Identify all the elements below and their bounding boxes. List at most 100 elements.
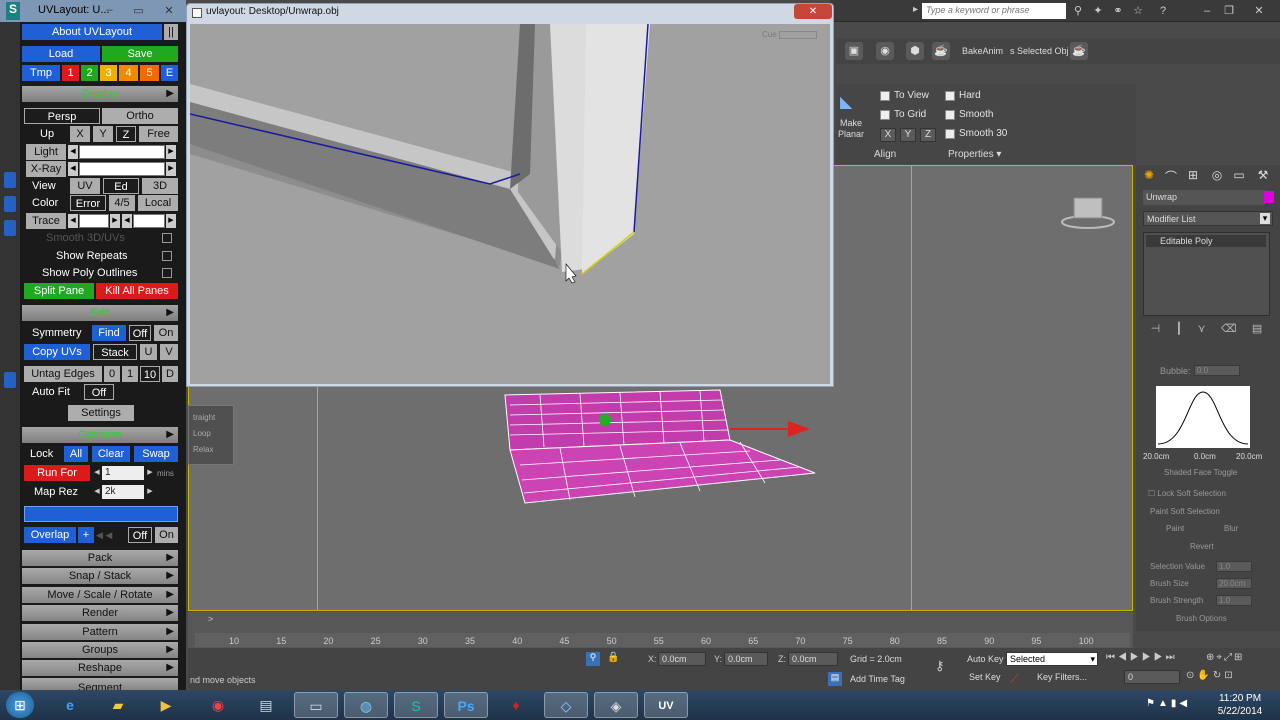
start-button-icon[interactable]: ⊞ [6,692,34,718]
copy-uvs-button[interactable]: Copy UVs [24,344,90,360]
auto-fit-off-button[interactable]: Off [84,384,114,400]
view-ed-button[interactable]: Ed [103,178,139,194]
xray-left-arrow-icon[interactable]: ◀ [68,162,78,176]
align-x-button[interactable]: X [880,128,896,142]
about-button[interactable]: About UVLayout [22,24,162,40]
connect-icon[interactable]: ⚭ [1111,4,1125,18]
untag-d-button[interactable]: D [162,366,178,382]
time-slider-arrow-icon[interactable]: > [208,614,213,624]
taskbar-clock[interactable]: 11:20 PM 5/22/2014 [1208,692,1272,718]
make-planar-icon[interactable]: ◣ [840,92,858,112]
tmp-slot-4[interactable]: 4 [119,65,138,81]
restore-icon[interactable]: ❐ [1222,4,1236,18]
trace-slider-1[interactable] [79,214,109,228]
find-button[interactable]: Find [92,325,126,341]
sidebar-chip-4[interactable] [4,372,16,388]
shaded-face-toggle-button[interactable]: Shaded Face Toggle [1164,468,1237,477]
menu-move-scale-rotate[interactable]: Move / Scale / Rotate ▶ [22,587,178,603]
brush-strength-field[interactable]: 1.0 [1216,595,1252,606]
bubble-field[interactable]: 0.0 [1194,365,1240,376]
split-pane-button[interactable]: Split Pane [24,283,94,299]
symmetry-on-button[interactable]: On [154,325,178,341]
run-for-left-arrow-icon[interactable]: ◀ [92,466,102,480]
tmp-slot-3[interactable]: 3 [100,65,117,81]
notepad-taskbar-icon[interactable]: ▤ [244,692,288,718]
symmetry-off-button[interactable]: Off [129,325,151,341]
align-z-button[interactable]: Z [920,128,936,142]
ortho-button[interactable]: Ortho [102,108,178,124]
minimize-icon[interactable]: – [1200,4,1214,18]
sidebar-chip-1[interactable] [4,172,16,188]
render-setup-icon[interactable]: ▣ [845,42,863,60]
menu-snap-stack[interactable]: Snap / Stack ▶ [22,568,178,584]
relax-button[interactable]: Relax [193,442,233,458]
menu-groups[interactable]: Groups ▶ [22,642,178,658]
uvlayout-taskbar-icon[interactable]: UV [644,692,688,718]
binoculars-icon[interactable]: ⚲ [1071,4,1085,18]
brush-options-button[interactable]: Brush Options [1176,614,1227,623]
save-button[interactable]: Save [102,46,178,62]
tmp-slot-5[interactable]: 5 [140,65,159,81]
selection-value-field[interactable]: 1.0 [1216,561,1252,572]
stack-button[interactable]: Stack [93,344,137,360]
overlap-button[interactable]: Overlap [24,527,76,543]
selected-obj-label[interactable]: s Selected Obj [1010,46,1069,56]
pause-button[interactable]: || [164,24,178,40]
color-45-button[interactable]: 4/5 [109,195,135,211]
search-arrow-icon[interactable]: ▸ [913,4,921,18]
smooth-uvs-checkbox[interactable] [162,233,172,243]
render-frame-icon[interactable]: ◉ [876,42,894,60]
up-y-button[interactable]: Y [93,126,113,142]
show-end-result-icon[interactable]: ┃ [1176,322,1183,338]
menu-pattern[interactable]: Pattern ▶ [22,624,178,640]
trace-mid-arrow-icon[interactable]: ▶ [110,214,120,228]
paint-button[interactable]: Paint [1166,524,1184,533]
stack-u-button[interactable]: U [140,344,157,360]
lock-all-button[interactable]: All [64,446,88,462]
current-frame-field[interactable]: 0 [1124,670,1180,684]
kill-panes-button[interactable]: Kill All Panes [96,283,178,299]
untag-10-button[interactable]: 10 [140,366,160,382]
revert-button[interactable]: Revert [1190,542,1214,551]
map-rez-right-arrow-icon[interactable]: ▶ [145,485,155,499]
run-for-right-arrow-icon[interactable]: ▶ [145,466,155,480]
hierarchy-tab-icon[interactable]: ⊞ [1184,168,1202,184]
display-section-header[interactable]: Display ▶ [22,86,178,102]
map-rez-left-arrow-icon[interactable]: ◀ [92,485,102,499]
brush-size-field[interactable]: 20.0cm [1216,578,1252,589]
object-name-field[interactable]: Unwrap [1143,190,1265,205]
system-tray-icons[interactable]: ⚑▲▮◀ [1146,698,1202,709]
set-key-icon[interactable]: ⟋ [1010,672,1018,687]
light-left-arrow-icon[interactable]: ◀ [68,145,78,159]
pin-stack-icon[interactable]: ⊣ [1151,322,1161,338]
light-slider[interactable] [79,145,165,159]
load-button[interactable]: Load [22,46,100,62]
menu-reshape[interactable]: Reshape ▶ [22,660,178,676]
modify-tab-icon[interactable]: ⌒ [1162,168,1180,184]
smooth30-button[interactable]: Smooth 30 [945,128,1007,139]
align-y-button[interactable]: Y [900,128,916,142]
window-taskbar-icon[interactable]: ▭ [294,692,338,718]
key-selection-dropdown[interactable]: Selected ▾ [1006,652,1098,666]
make-unique-icon[interactable]: ⋎ [1198,322,1206,338]
up-x-button[interactable]: X [70,126,90,142]
to-grid-button[interactable]: To Grid [880,109,926,120]
render-icon[interactable]: ⬢ [906,42,924,60]
menu-segment[interactable]: Segment [22,678,178,690]
app-taskbar-icon[interactable]: ◇ [544,692,588,718]
lock-soft-selection-checkbox[interactable]: ☐ Lock Soft Selection [1148,489,1226,498]
3dsmax-taskbar-icon[interactable]: S [394,692,438,718]
align-xyz[interactable]: X Y Z [880,128,936,142]
loop-button[interactable]: Loop [193,426,233,442]
map-rez-field[interactable]: 2k [102,485,144,499]
mudbox-taskbar-icon[interactable]: ♦ [494,692,538,718]
teapot-small-icon[interactable]: ☕ [1070,42,1088,60]
xray-right-arrow-icon[interactable]: ▶ [166,162,176,176]
trace-left-arrow-icon[interactable]: ◀ [68,214,78,228]
wireframe-mesh[interactable] [500,385,830,515]
settings-button[interactable]: Settings [68,405,134,421]
tool-taskbar-icon[interactable]: ◈ [594,692,638,718]
menu-render[interactable]: Render ▶ [22,605,178,621]
make-planar-label[interactable]: Make Planar [836,118,866,140]
viewcube-icon[interactable] [1060,192,1116,232]
